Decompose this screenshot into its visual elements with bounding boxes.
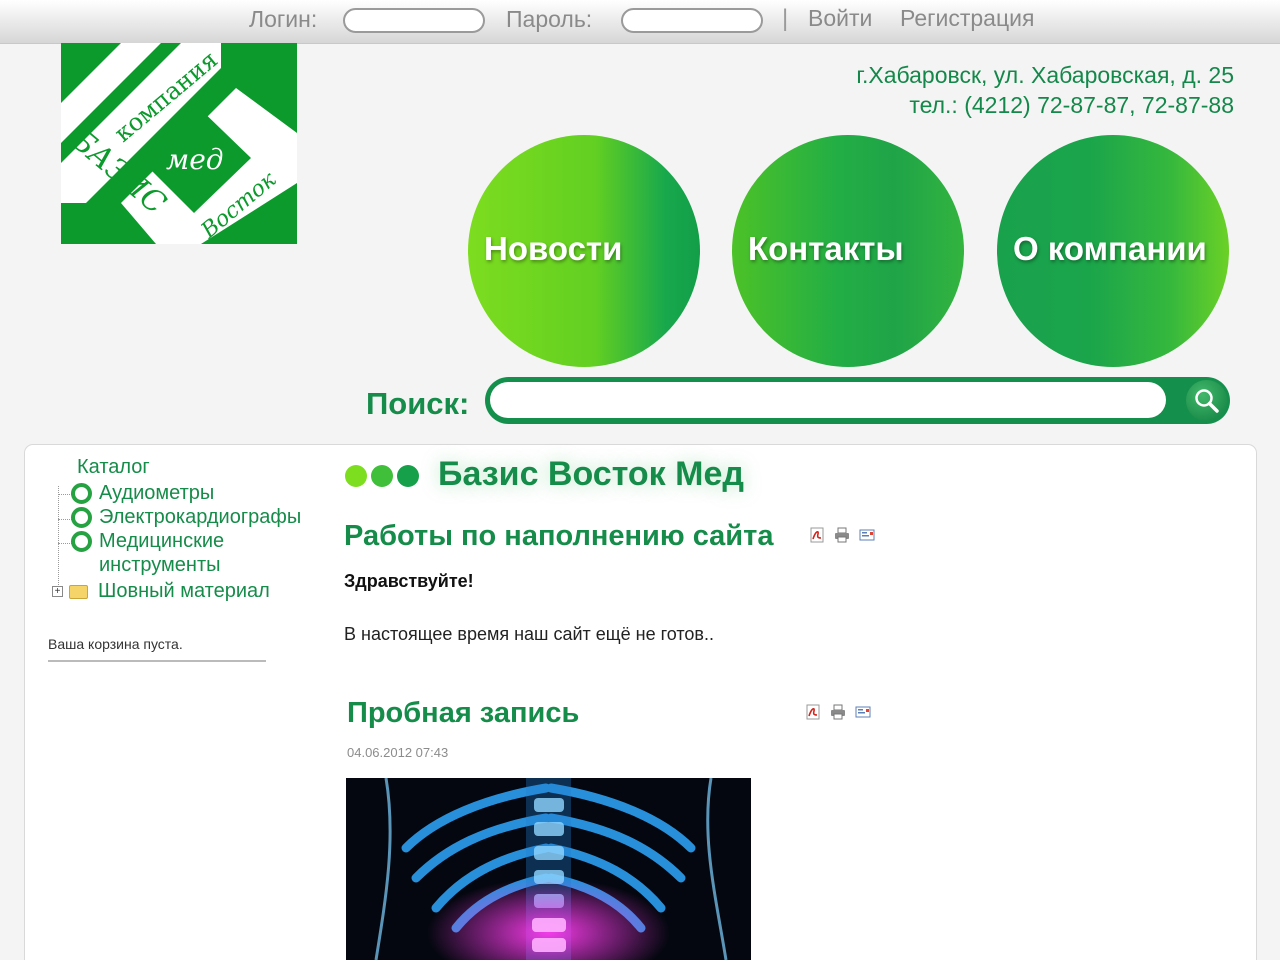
article-tools	[809, 527, 875, 543]
tree-branch	[58, 494, 72, 495]
company-logo[interactable]: мед компания БАЗИС Восток	[61, 43, 297, 244]
nav-contacts-label: Контакты	[748, 230, 904, 267]
catalog-title[interactable]: Каталог	[77, 456, 150, 479]
catalog-item-ecg[interactable]: Электрокардиографы	[71, 505, 301, 529]
address-text: г.Хабаровск, ул. Хабаровская, д. 25	[856, 62, 1234, 88]
nav-about-label: О компании	[1013, 230, 1207, 267]
folder-icon	[69, 584, 88, 599]
email-icon[interactable]	[855, 704, 871, 720]
catalog-item-label: Медицинские инструменты	[99, 530, 225, 576]
circle-bullet-icon	[71, 483, 92, 504]
password-input[interactable]	[621, 8, 763, 33]
pdf-icon[interactable]	[809, 527, 825, 543]
catalog-folder-label: Шовный материал	[98, 580, 270, 602]
catalog-item-audiometers[interactable]: Аудиометры	[71, 481, 214, 505]
cart-status: Ваша корзина пуста.	[48, 636, 183, 652]
signin-link[interactable]: Войти	[808, 5, 872, 32]
article-title[interactable]: Работы по наполнению сайта	[344, 520, 773, 553]
print-icon[interactable]	[834, 527, 850, 543]
greeting-text: Здравствуйте!	[344, 571, 474, 591]
tree-connector	[58, 486, 59, 591]
catalog-item-instruments[interactable]: Медицинские инструменты	[71, 529, 301, 577]
nav-news[interactable]: Новости	[468, 135, 700, 367]
search-label: Поиск:	[366, 386, 470, 421]
site-title: Базис Восток Мед	[438, 455, 744, 493]
circle-bullet-icon	[71, 507, 92, 528]
expand-plus-icon[interactable]: +	[52, 586, 63, 597]
print-icon[interactable]	[830, 704, 846, 720]
post-date: 04.06.2012 07:43	[347, 745, 449, 760]
magnifier-icon	[1194, 388, 1219, 413]
divider	[48, 660, 266, 662]
search-input[interactable]	[490, 382, 1166, 418]
decorative-dots	[345, 465, 419, 487]
catalog-item-label: Электрокардиографы	[99, 506, 302, 528]
nav-about[interactable]: О компании	[997, 135, 1229, 367]
email-icon[interactable]	[859, 527, 875, 543]
tree-branch	[58, 519, 72, 520]
password-label: Пароль:	[506, 6, 593, 32]
article-body: В настоящее время наш сайт ещё не готов.…	[344, 624, 714, 644]
login-label: Логин:	[249, 6, 318, 32]
catalog-item-label: Аудиометры	[99, 482, 215, 504]
tree-branch	[58, 543, 72, 544]
article-title[interactable]: Пробная запись	[347, 697, 579, 730]
dot-icon	[371, 465, 393, 487]
contact-info: г.Хабаровск, ул. Хабаровская, д. 25 тел.…	[856, 60, 1234, 120]
article-tools	[805, 704, 871, 720]
search-box	[485, 377, 1230, 424]
login-input[interactable]	[343, 8, 485, 33]
phone-text: тел.: (4212) 72-87-87, 72-87-88	[909, 92, 1234, 118]
register-link[interactable]: Регистрация	[900, 5, 1034, 32]
nav-contacts[interactable]: Контакты	[732, 135, 964, 367]
login-bar: Логин: Пароль: | Войти Регистрация	[0, 0, 1280, 44]
separator: |	[782, 5, 789, 32]
catalog-folder-suture[interactable]: + Шовный материал	[52, 580, 270, 603]
xray-skeleton-image	[346, 778, 751, 960]
nav-news-label: Новости	[484, 230, 623, 267]
circle-bullet-icon	[71, 531, 92, 552]
logo-text-med: мед	[166, 143, 224, 176]
pdf-icon[interactable]	[805, 704, 821, 720]
dot-icon	[345, 465, 367, 487]
search-button[interactable]	[1186, 380, 1227, 421]
dot-icon	[397, 465, 419, 487]
